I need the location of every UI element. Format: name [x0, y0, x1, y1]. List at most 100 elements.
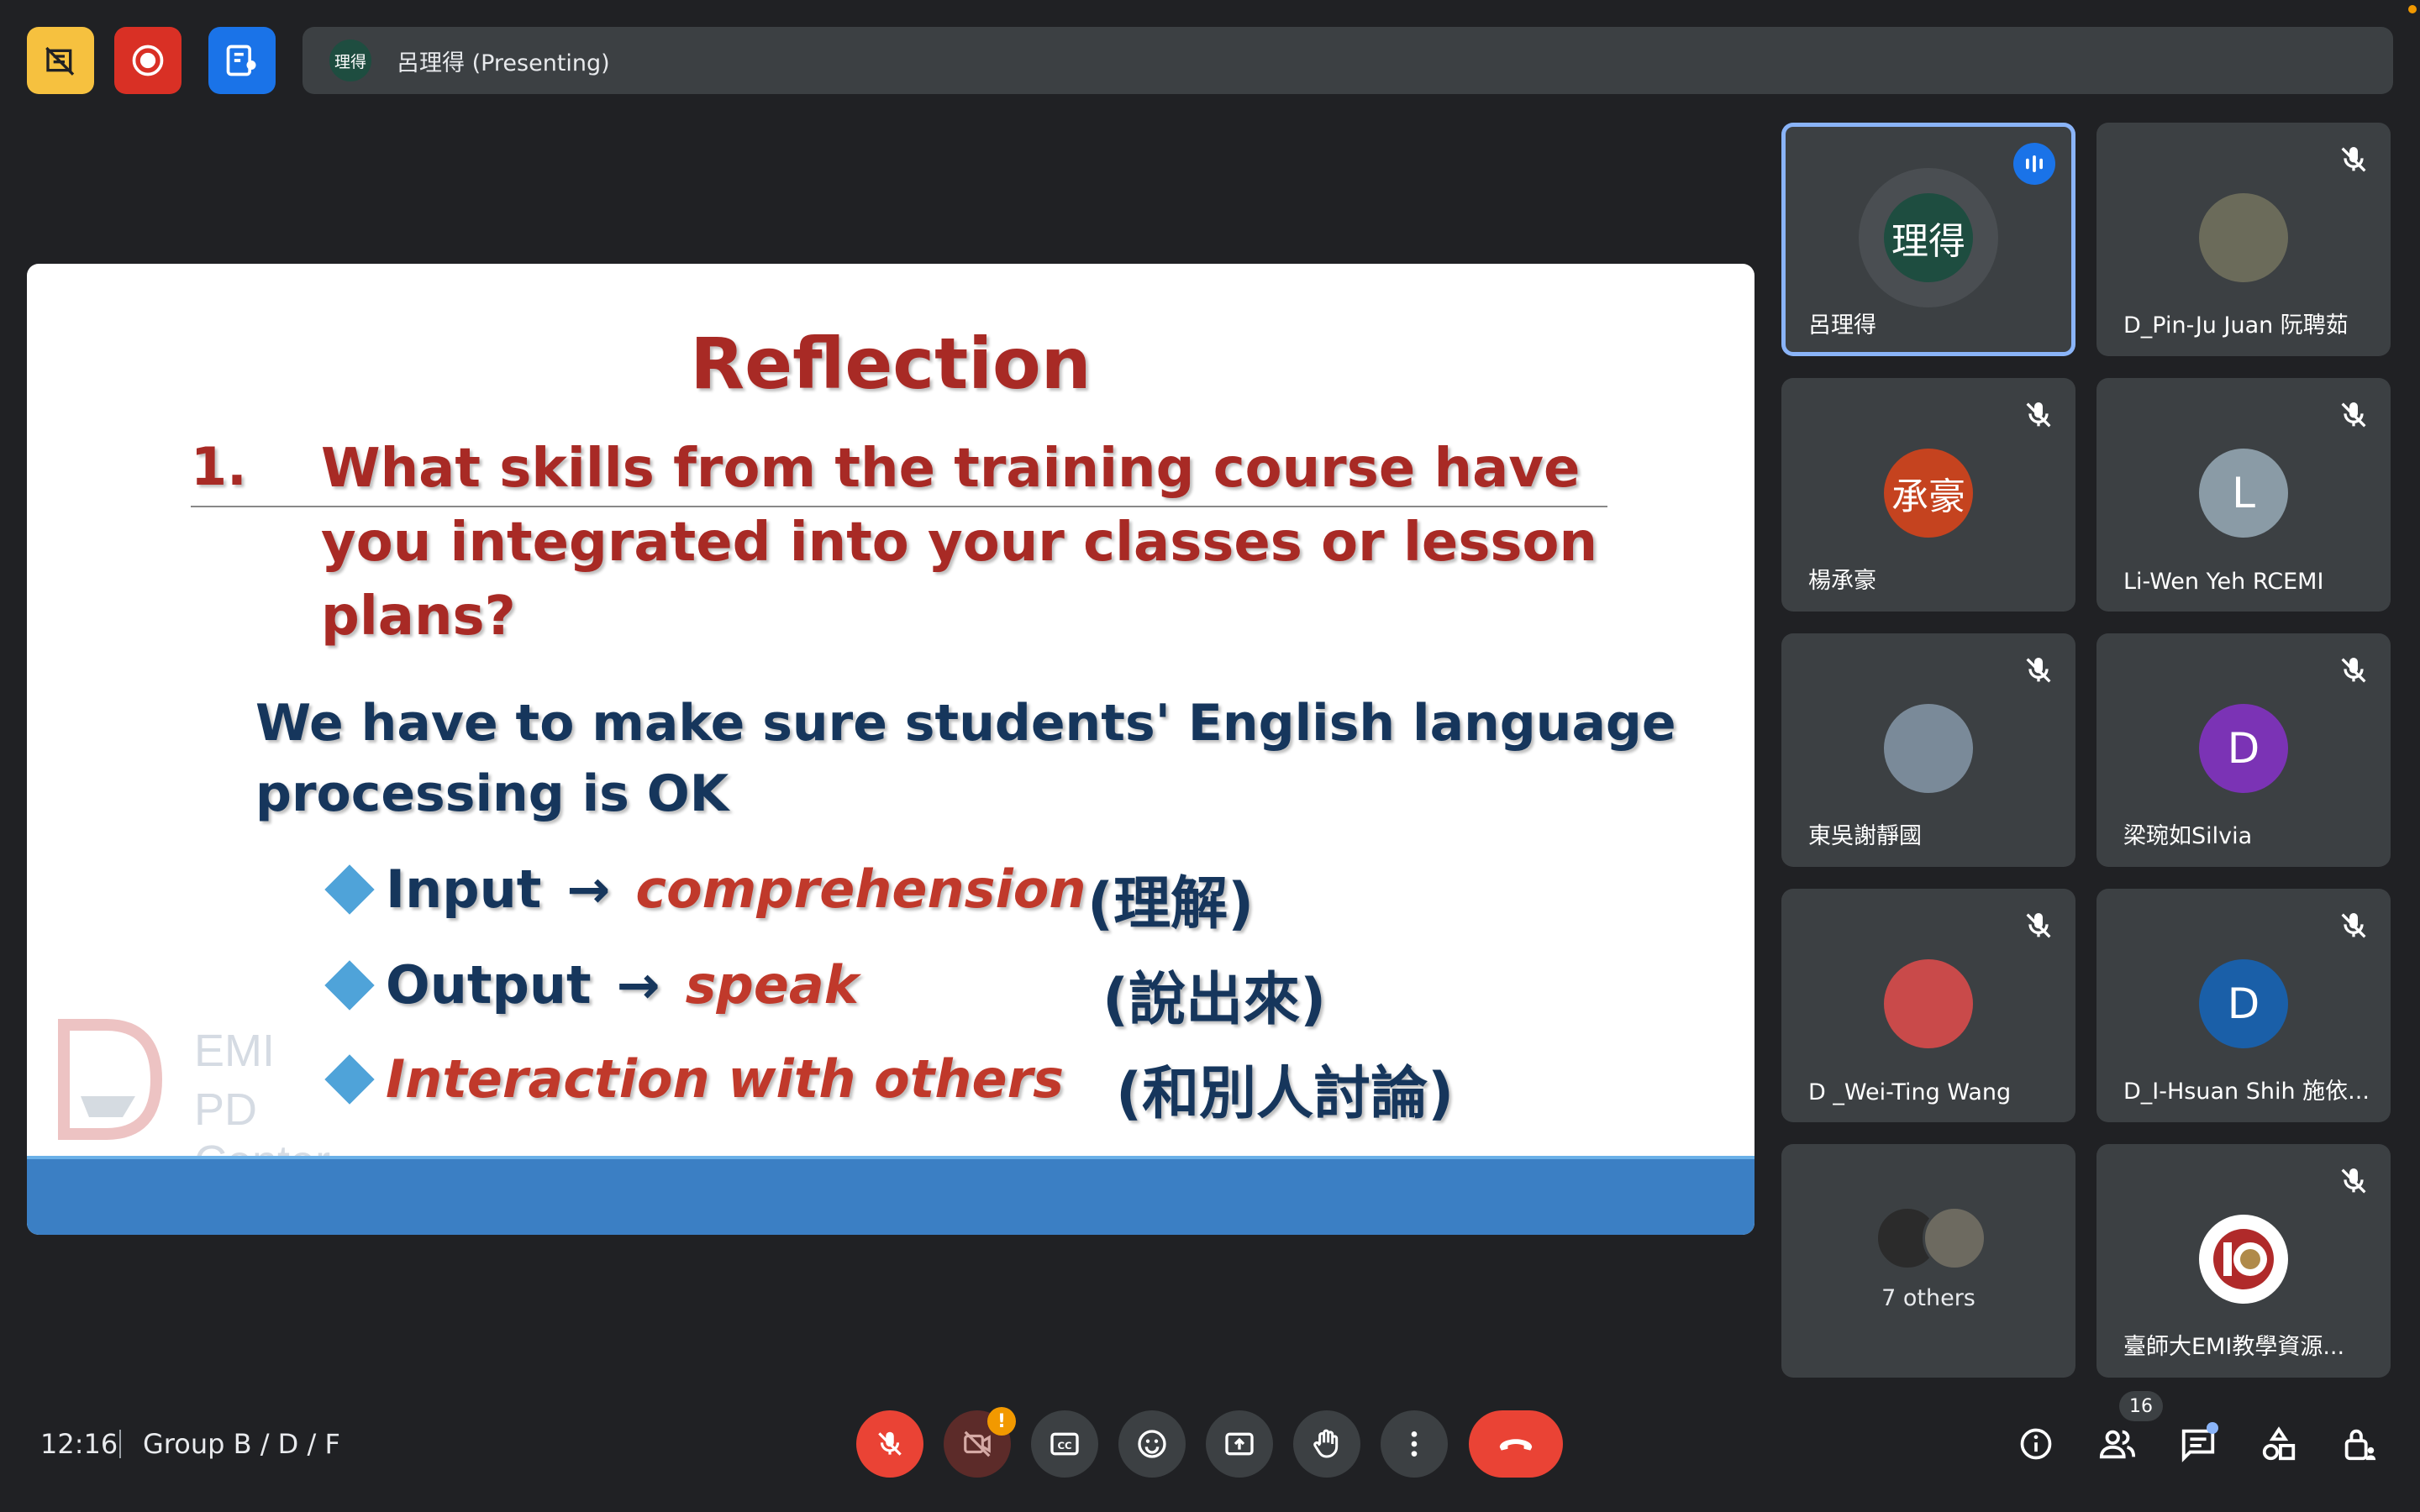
bullet-interaction: Interaction with others: [324, 1048, 1065, 1110]
mic-off-icon: [2026, 658, 2051, 683]
participant-name: 呂理得: [1808, 312, 1876, 339]
camera-off-icon: [964, 1431, 991, 1457]
emi-watermark-logo: EMI PD Center: [55, 1016, 330, 1187]
mic-off-icon: [2341, 402, 2366, 428]
question-text: What skills from the training course hav…: [321, 438, 1598, 648]
participant-tile[interactable]: D D_I-Hsuan Shih 施依...: [2096, 889, 2391, 1122]
bullet-result: Interaction with others: [386, 1048, 1065, 1110]
mic-off-icon: [2341, 147, 2366, 172]
activities-button[interactable]: [2255, 1420, 2302, 1467]
participant-count-badge: 16: [2119, 1391, 2163, 1421]
bullet-term: Output: [386, 954, 592, 1016]
diamond-bullet-icon: [324, 1053, 375, 1105]
status-dot: [2408, 5, 2417, 13]
slide-title: Reflection: [690, 323, 1092, 405]
avatar: 承豪: [1884, 449, 1973, 538]
mic-off-icon: [2341, 913, 2366, 938]
arrow-icon: →: [616, 954, 660, 1016]
emoji-button[interactable]: [1118, 1410, 1186, 1478]
present-screen-icon: [226, 45, 256, 76]
bullet-term: Input: [386, 858, 542, 920]
host-controls-button[interactable]: [2336, 1420, 2383, 1467]
lock-person-icon: [2344, 1429, 2376, 1461]
others-label: 7 others: [1881, 1285, 1975, 1311]
participant-name: D_Pin-Ju Juan 阮聘茹: [2123, 312, 2349, 339]
people-icon: [2099, 1430, 2136, 1459]
warning-badge: !: [987, 1407, 1016, 1436]
avatar: D: [2199, 704, 2288, 793]
meeting-details-button[interactable]: [2012, 1420, 2060, 1467]
avatar: D: [2199, 959, 2288, 1048]
participant-tile[interactable]: 東吳謝靜國: [1781, 633, 2075, 867]
watermark-line1: EMI: [194, 1026, 276, 1076]
hang-up-icon: [1499, 1439, 1533, 1451]
avatar: [1884, 704, 1973, 793]
bullet-result: comprehension: [635, 858, 1086, 920]
bullet-cjk: (和別人討論): [1116, 1061, 1455, 1127]
participant-name: Li-Wen Yeh RCEMI: [2123, 569, 2324, 595]
question-number: 1.: [191, 436, 247, 497]
arrow-icon: →: [566, 858, 611, 920]
avatar: 理得: [1884, 193, 1973, 282]
participant-name: 臺師大EMI教學資源...: [2123, 1334, 2345, 1360]
participant-name: D _Wei-Ting Wang: [1808, 1079, 2012, 1105]
presenting-bar[interactable]: 理得 呂理得 (Presenting): [302, 27, 2393, 94]
participant-tile[interactable]: 理得 呂理得: [1781, 123, 2075, 356]
mic-off-icon: [2026, 402, 2051, 428]
captions-button[interactable]: CC: [1031, 1410, 1098, 1478]
avatar: [2199, 193, 2288, 282]
chat-button[interactable]: [2175, 1420, 2222, 1467]
leave-call-button[interactable]: [1469, 1410, 1563, 1478]
recording-button[interactable]: [114, 27, 182, 94]
record-icon: [132, 45, 164, 76]
info-icon: [2020, 1428, 2052, 1460]
captions-icon: CC: [1050, 1432, 1079, 1456]
no-layout-icon: [45, 46, 75, 76]
avatar: [1923, 1206, 1986, 1270]
bullet-cjk: (理解): [1087, 871, 1255, 937]
presenting-label: 呂理得 (Presenting): [397, 50, 610, 76]
more-vert-icon: [1411, 1431, 1418, 1457]
participant-tile[interactable]: D _Wei-Ting Wang: [1781, 889, 2075, 1122]
layout-toggle-button[interactable]: [27, 27, 94, 94]
bullet-cjk: (說出來): [1102, 967, 1327, 1033]
raise-hand-button[interactable]: [1293, 1410, 1360, 1478]
participant-name: 東吳謝靜國: [1808, 823, 1922, 849]
participant-tile[interactable]: 臺師大EMI教學資源...: [2096, 1144, 2391, 1378]
presentation-button[interactable]: [208, 27, 276, 94]
slide-footer-band: [27, 1159, 1754, 1235]
microphone-button[interactable]: [856, 1410, 923, 1478]
bullet-result: speak: [685, 954, 859, 1016]
more-options-button[interactable]: [1381, 1410, 1448, 1478]
presenter-avatar: 理得: [329, 39, 371, 81]
divider: [119, 1430, 121, 1458]
present-icon: [1225, 1432, 1254, 1456]
shared-slide: Reflection 1. What skills from the train…: [27, 264, 1754, 1235]
avatar: [1884, 959, 1973, 1048]
participant-name: D_I-Hsuan Shih 施依...: [2123, 1079, 2370, 1105]
participant-name: 梁琬如Silvia: [2123, 823, 2253, 849]
hand-icon: [1313, 1429, 1339, 1458]
participant-tile[interactable]: 承豪 楊承豪: [1781, 378, 2075, 612]
diamond-bullet-icon: [324, 864, 375, 915]
camera-button[interactable]: !: [944, 1407, 1016, 1478]
people-button[interactable]: [2094, 1420, 2141, 1467]
bullet-input: Input → comprehension: [324, 858, 1086, 920]
emoji-icon: [1138, 1430, 1166, 1458]
mic-off-icon: [2341, 658, 2366, 683]
activities-shapes-icon: [2262, 1426, 2296, 1461]
participant-tile[interactable]: D 梁琬如Silvia: [2096, 633, 2391, 867]
speaking-indicator-icon: [2013, 143, 2055, 185]
avatar: [2199, 1215, 2288, 1304]
bullet-output: Output → speak: [324, 954, 859, 1016]
diamond-bullet-icon: [324, 959, 375, 1011]
participant-tile[interactable]: L Li-Wen Yeh RCEMI: [2096, 378, 2391, 612]
mic-off-icon: [878, 1431, 902, 1456]
mic-off-icon: [2341, 1168, 2366, 1194]
present-button[interactable]: [1206, 1410, 1273, 1478]
meeting-name: Group B / D / F: [143, 1428, 340, 1460]
participant-tile[interactable]: D_Pin-Ju Juan 阮聘茹: [2096, 123, 2391, 356]
participant-name: 楊承豪: [1808, 568, 1876, 594]
svg-text:CC: CC: [1057, 1440, 1071, 1452]
others-tile[interactable]: 7 others: [1781, 1144, 2075, 1378]
